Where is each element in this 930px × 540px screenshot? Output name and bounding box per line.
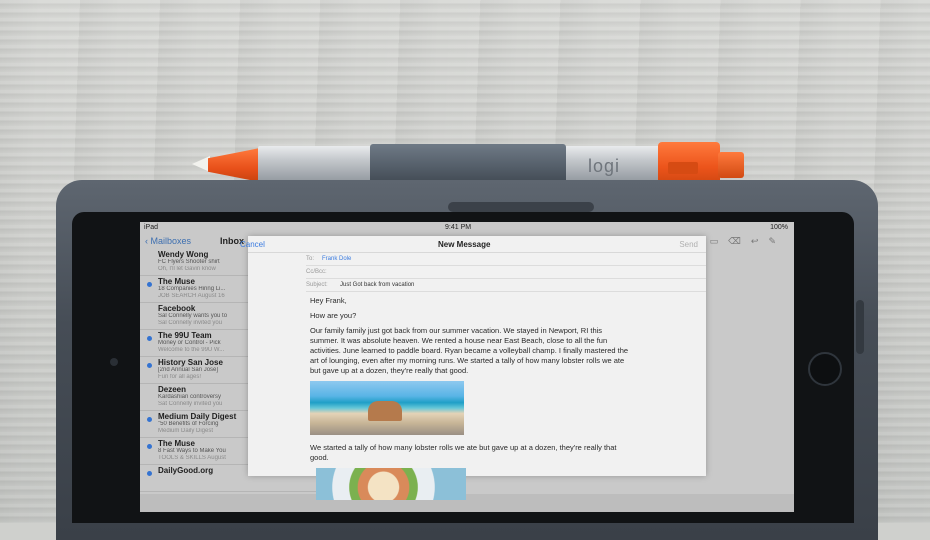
cc-bcc-label: Cc/Bcc: bbox=[306, 269, 327, 275]
greeting-line: Hey Frank, bbox=[310, 296, 347, 305]
trash-icon[interactable]: ⌫ bbox=[728, 236, 751, 246]
beach-photo bbox=[310, 381, 464, 435]
battery-level: 100% bbox=[770, 224, 788, 231]
subject-label: Subject: bbox=[306, 282, 328, 288]
device-label: iPad bbox=[144, 224, 159, 231]
pencil-end bbox=[718, 152, 744, 178]
question-line: How are you? bbox=[310, 311, 357, 320]
unread-dot-icon bbox=[147, 417, 152, 422]
status-bar: iPad 9:41 PM 100% bbox=[140, 222, 794, 234]
compose-sheet: Cancel New Message Send To: Frank Dole C… bbox=[240, 236, 706, 500]
send-button[interactable]: Send bbox=[679, 240, 698, 249]
cancel-button[interactable]: Cancel bbox=[240, 240, 265, 249]
subject-field[interactable]: Subject: Just Got back from vacation bbox=[306, 279, 706, 292]
pencil-nose bbox=[208, 148, 260, 182]
compose-title: New Message bbox=[438, 240, 491, 249]
cc-bcc-field[interactable]: Cc/Bcc: bbox=[306, 266, 706, 279]
home-button[interactable] bbox=[808, 352, 842, 386]
unread-dot-icon bbox=[147, 471, 152, 476]
pencil-tip bbox=[192, 156, 210, 172]
compose-header: Cancel New Message Send bbox=[240, 236, 706, 253]
body-paragraph-1: Our family family just got back from our… bbox=[310, 326, 629, 375]
to-recipient[interactable]: Frank Dole bbox=[322, 256, 351, 262]
lobster-roll-photo bbox=[316, 468, 466, 500]
reply-icon[interactable]: ↩ bbox=[751, 236, 769, 246]
front-camera bbox=[110, 358, 118, 366]
unread-dot-icon bbox=[147, 282, 152, 287]
unread-dot-icon bbox=[147, 336, 152, 341]
to-field[interactable]: To: Frank Dole bbox=[306, 253, 706, 266]
status-time: 9:41 PM bbox=[445, 224, 472, 231]
couple-figure bbox=[368, 401, 402, 421]
unread-dot-icon bbox=[147, 363, 152, 368]
subject-value[interactable]: Just Got back from vacation bbox=[340, 282, 414, 288]
body-paragraph-2: We started a tally of how many lobster r… bbox=[310, 443, 617, 462]
pencil-logo: logi bbox=[588, 156, 621, 176]
mailboxes-back-label: Mailboxes bbox=[150, 236, 192, 246]
message-body[interactable]: Hey Frank, How are you? Our family famil… bbox=[248, 292, 706, 500]
compose-icon[interactable]: ✎ bbox=[768, 236, 786, 246]
case-right-bumper bbox=[856, 300, 864, 354]
mailboxes-back-button[interactable]: ‹ Mailboxes bbox=[145, 236, 191, 246]
pencil-clip bbox=[668, 162, 698, 174]
to-label: To: bbox=[306, 256, 315, 262]
pencil-holder-rail bbox=[448, 202, 594, 212]
folder-icon[interactable]: ▭ bbox=[710, 236, 729, 246]
unread-dot-icon bbox=[147, 444, 152, 449]
